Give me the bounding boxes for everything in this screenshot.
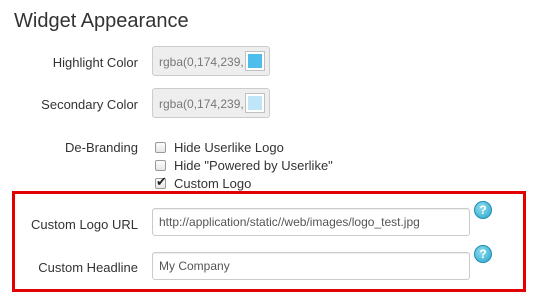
hide-powered-by-label[interactable]: Hide "Powered by Userlike" bbox=[174, 158, 333, 173]
debranding-label: De-Branding bbox=[65, 140, 138, 155]
hide-userlike-logo-checkbox[interactable] bbox=[155, 142, 166, 153]
secondary-color-label: Secondary Color bbox=[41, 97, 138, 112]
custom-logo-url-input[interactable] bbox=[153, 209, 471, 235]
hide-powered-by-checkbox[interactable] bbox=[155, 160, 166, 171]
highlight-color-field[interactable]: rgba(0,174,239, bbox=[152, 46, 270, 76]
question-icon[interactable]: ? bbox=[474, 201, 492, 219]
secondary-color-field[interactable]: rgba(0,174,239, bbox=[152, 88, 270, 118]
hide-userlike-logo-label[interactable]: Hide Userlike Logo bbox=[174, 140, 284, 155]
custom-headline-field[interactable] bbox=[152, 252, 471, 280]
custom-logo-checkbox[interactable]: ✔ bbox=[155, 174, 167, 189]
highlight-color-label: Highlight Color bbox=[52, 55, 138, 70]
custom-logo-url-field[interactable] bbox=[152, 208, 471, 236]
section-title: Widget Appearance bbox=[14, 10, 189, 32]
custom-logo-url-label: Custom Logo URL bbox=[31, 217, 138, 232]
question-icon[interactable]: ? bbox=[474, 245, 492, 263]
secondary-color-swatch[interactable] bbox=[245, 93, 265, 113]
custom-headline-input[interactable] bbox=[153, 253, 471, 279]
custom-headline-label: Custom Headline bbox=[38, 260, 138, 275]
secondary-color-value: rgba(0,174,239, bbox=[159, 97, 244, 111]
highlight-color-swatch[interactable] bbox=[245, 51, 265, 71]
highlight-color-value: rgba(0,174,239, bbox=[159, 55, 244, 69]
custom-logo-label[interactable]: Custom Logo bbox=[174, 176, 251, 191]
checkmark-icon: ✔ bbox=[156, 174, 167, 189]
